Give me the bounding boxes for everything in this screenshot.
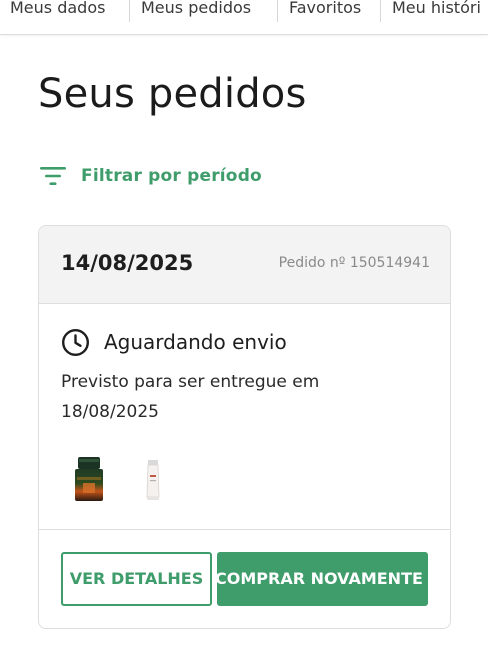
- order-card: 14/08/2025 Pedido nº 150514941 Aguardand…: [38, 225, 451, 629]
- order-status: Aguardando envio: [61, 327, 287, 357]
- order-date: 14/08/2025: [61, 251, 194, 275]
- orders-page: Meus dados Meus pedidos Favoritos Meu hi…: [0, 0, 488, 650]
- forecast-date: 18/08/2025: [61, 402, 159, 422]
- page-title: Seus pedidos: [38, 71, 307, 117]
- perfume-bottle-icon[interactable]: [73, 455, 105, 503]
- tab-divider: [380, 0, 381, 22]
- card-divider: [39, 529, 450, 530]
- tab-divider: [129, 0, 130, 22]
- forecast-text: Previsto para ser entregue em: [61, 372, 320, 392]
- order-card-header: 14/08/2025 Pedido nº 150514941: [39, 226, 450, 304]
- account-tab-bar: Meus dados Meus pedidos Favoritos Meu hi…: [0, 0, 488, 35]
- order-number: Pedido nº 150514941: [278, 255, 430, 271]
- tab-favoritos[interactable]: Favoritos: [289, 0, 361, 22]
- tab-divider: [277, 0, 278, 22]
- view-details-button[interactable]: VER DETALHES: [61, 552, 212, 606]
- buy-again-label: COMPRAR NOVAMENTE: [217, 569, 423, 588]
- tab-meu-historico[interactable]: Meu históri: [392, 0, 481, 22]
- status-text: Aguardando envio: [104, 330, 287, 354]
- cream-tube-icon[interactable]: [145, 459, 161, 501]
- filter-label: Filtrar por período: [81, 166, 262, 186]
- filter-by-period-button[interactable]: Filtrar por período: [40, 163, 262, 189]
- delivery-forecast: Previsto para ser entregue em 18/08/2025: [61, 367, 361, 427]
- buy-again-button[interactable]: COMPRAR NOVAMENTE: [217, 552, 428, 606]
- tab-meus-dados[interactable]: Meus dados: [10, 0, 105, 22]
- clock-icon: [61, 328, 90, 356]
- filter-icon: [40, 167, 66, 185]
- tab-meus-pedidos[interactable]: Meus pedidos: [141, 0, 251, 22]
